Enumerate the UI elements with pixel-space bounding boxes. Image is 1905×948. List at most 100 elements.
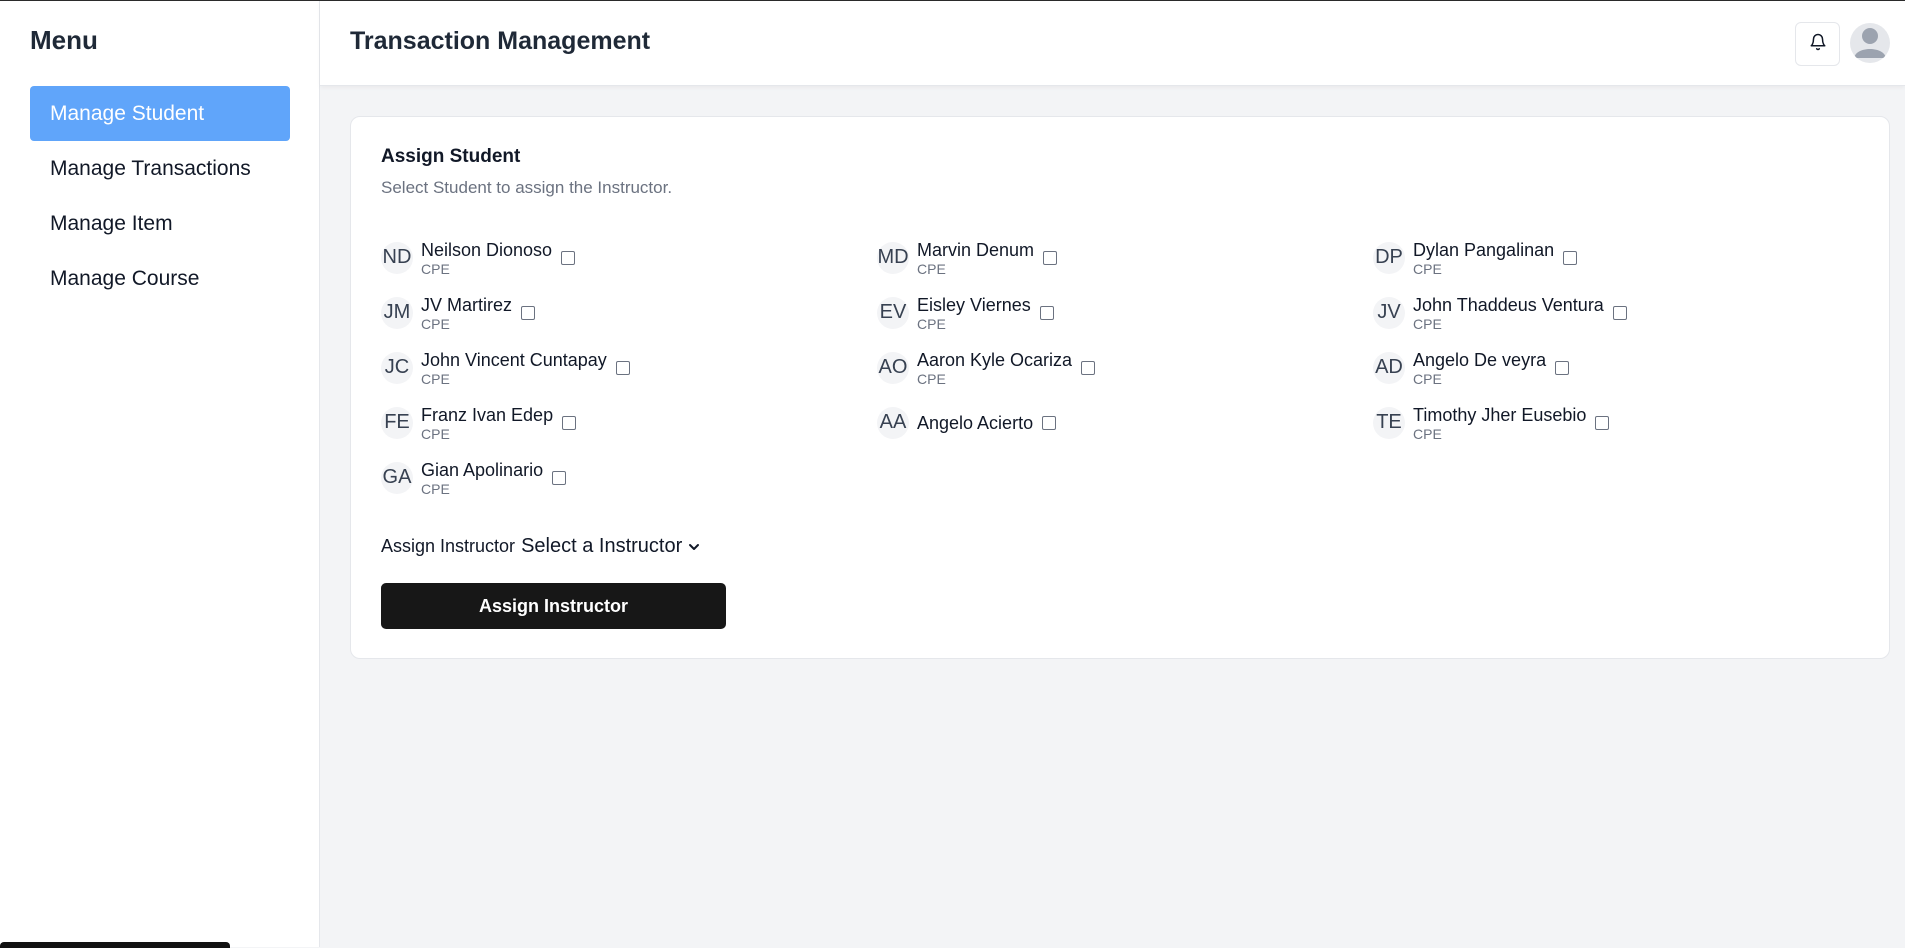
top-header: Transaction Management (320, 1, 1905, 86)
student-info: John Thaddeus Ventura CPE (1413, 294, 1604, 332)
student-item: MD Marvin Denum CPE (877, 230, 1373, 285)
student-initials: JC (381, 351, 413, 384)
student-info: Aaron Kyle Ocariza CPE (917, 349, 1072, 387)
card-subtitle: Select Student to assign the Instructor. (381, 178, 673, 197)
student-initials: DP (1373, 241, 1405, 274)
student-initials: AD (1373, 351, 1405, 384)
student-name: Marvin Denum (917, 239, 1035, 260)
student-initials: GA (381, 461, 413, 494)
student-item: GA Gian Apolinario CPE (381, 450, 877, 505)
instructor-select-value: Select a Instructor (521, 535, 683, 557)
student-name: Aaron Kyle Ocariza (917, 349, 1073, 370)
sidebar-item-manage-student[interactable]: Manage Student (30, 86, 290, 141)
student-info: Timothy Jher Eusebio CPE (1413, 404, 1586, 442)
sidebar: Menu Manage Student Manage Transactions … (0, 1, 320, 948)
student-name: Neilson Dionoso (421, 239, 553, 260)
student-initials: EV (877, 296, 909, 329)
student-initials: JM (381, 296, 413, 329)
student-course: CPE (421, 315, 450, 332)
student-info: Angelo De veyra CPE (1413, 349, 1546, 387)
student-item: AD Angelo De veyra CPE (1373, 340, 1869, 395)
student-checkbox[interactable] (615, 360, 630, 375)
student-info: John Vincent Cuntapay CPE (421, 349, 607, 387)
student-name: John Thaddeus Ventura (1413, 294, 1604, 315)
student-checkbox[interactable] (552, 470, 567, 485)
student-initials: FE (381, 406, 413, 439)
student-course: CPE (421, 370, 450, 387)
student-item: AA Angelo Acierto (877, 395, 1373, 450)
page-title: Transaction Management (350, 27, 651, 55)
student-item: TE Timothy Jher Eusebio CPE (1373, 395, 1869, 450)
student-course: CPE (421, 425, 450, 442)
bottom-bar (0, 942, 230, 948)
student-item: DP Dylan Pangalinan CPE (1373, 230, 1869, 285)
student-info: Gian Apolinario CPE (421, 459, 543, 497)
student-info: Angelo Acierto (917, 412, 1033, 434)
student-course: CPE (1413, 370, 1442, 387)
student-initials: MD (877, 241, 909, 274)
student-checkbox[interactable] (521, 305, 536, 320)
student-name: Timothy Jher Eusebio (1413, 404, 1587, 425)
student-item: JC John Vincent Cuntapay CPE (381, 340, 877, 395)
assign-student-card: Assign Student Select Student to assign … (350, 116, 1890, 659)
sidebar-item-manage-course[interactable]: Manage Course (30, 251, 290, 306)
student-item: AO Aaron Kyle Ocariza CPE (877, 340, 1373, 395)
assign-instructor-label: Assign Instructor (381, 536, 516, 556)
avatar[interactable] (1850, 23, 1890, 63)
student-info: Eisley Viernes CPE (917, 294, 1031, 332)
sidebar-nav: Manage Student Manage Transactions Manag… (30, 86, 290, 306)
student-name: Gian Apolinario (421, 459, 544, 480)
student-grid: ND Neilson Dionoso CPE MD Marvin Denum C… (381, 230, 1871, 505)
student-name: Franz Ivan Edep (421, 404, 554, 425)
student-checkbox[interactable] (1043, 250, 1058, 265)
student-course: CPE (1413, 315, 1442, 332)
student-info: Dylan Pangalinan CPE (1413, 239, 1554, 277)
student-initials: ND (381, 241, 413, 274)
student-item: FE Franz Ivan Edep CPE (381, 395, 877, 450)
student-initials: AA (877, 406, 909, 439)
student-initials: TE (1373, 406, 1405, 439)
student-info: Franz Ivan Edep CPE (421, 404, 553, 442)
bell-icon (1809, 33, 1827, 56)
student-checkbox[interactable] (561, 250, 576, 265)
student-info: Neilson Dionoso CPE (421, 239, 552, 277)
assign-instructor-row: Assign Instructor Select a Instructor (381, 535, 700, 558)
student-initials: AO (877, 351, 909, 384)
student-course: CPE (917, 315, 946, 332)
student-course: CPE (917, 260, 946, 277)
student-course: CPE (421, 480, 450, 497)
notifications-button[interactable] (1795, 22, 1840, 66)
student-checkbox[interactable] (1612, 305, 1627, 320)
student-checkbox[interactable] (1039, 305, 1054, 320)
student-course: CPE (1413, 425, 1442, 442)
student-name: Eisley Viernes (917, 294, 1031, 315)
student-item: EV Eisley Viernes CPE (877, 285, 1373, 340)
student-checkbox[interactable] (1595, 415, 1610, 430)
student-item: ND Neilson Dionoso CPE (381, 230, 877, 285)
assign-instructor-button[interactable]: Assign Instructor (381, 583, 726, 629)
student-name: Angelo Acierto (917, 412, 1034, 433)
student-checkbox[interactable] (1081, 360, 1096, 375)
instructor-select[interactable]: Select a Instructor (521, 535, 700, 558)
student-name: Dylan Pangalinan (1413, 239, 1555, 260)
chevron-down-icon (688, 541, 700, 553)
sidebar-item-manage-transactions[interactable]: Manage Transactions (30, 141, 290, 196)
student-initials: JV (1373, 296, 1405, 329)
student-item: JM JV Martirez CPE (381, 285, 877, 340)
student-course: CPE (421, 260, 450, 277)
user-avatar-icon (1852, 24, 1888, 63)
sidebar-item-manage-item[interactable]: Manage Item (30, 196, 290, 251)
student-info: Marvin Denum CPE (917, 239, 1034, 277)
student-name: Angelo De veyra (1413, 349, 1547, 370)
student-checkbox[interactable] (1555, 360, 1570, 375)
student-checkbox[interactable] (1042, 415, 1057, 430)
menu-title: Menu (30, 25, 98, 55)
student-name: John Vincent Cuntapay (421, 349, 607, 370)
student-checkbox[interactable] (562, 415, 577, 430)
student-item: JV John Thaddeus Ventura CPE (1373, 285, 1869, 340)
student-info: JV Martirez CPE (421, 294, 512, 332)
student-checkbox[interactable] (1563, 250, 1578, 265)
student-course: CPE (917, 370, 946, 387)
student-course: CPE (1413, 260, 1442, 277)
card-title: Assign Student (381, 146, 521, 167)
